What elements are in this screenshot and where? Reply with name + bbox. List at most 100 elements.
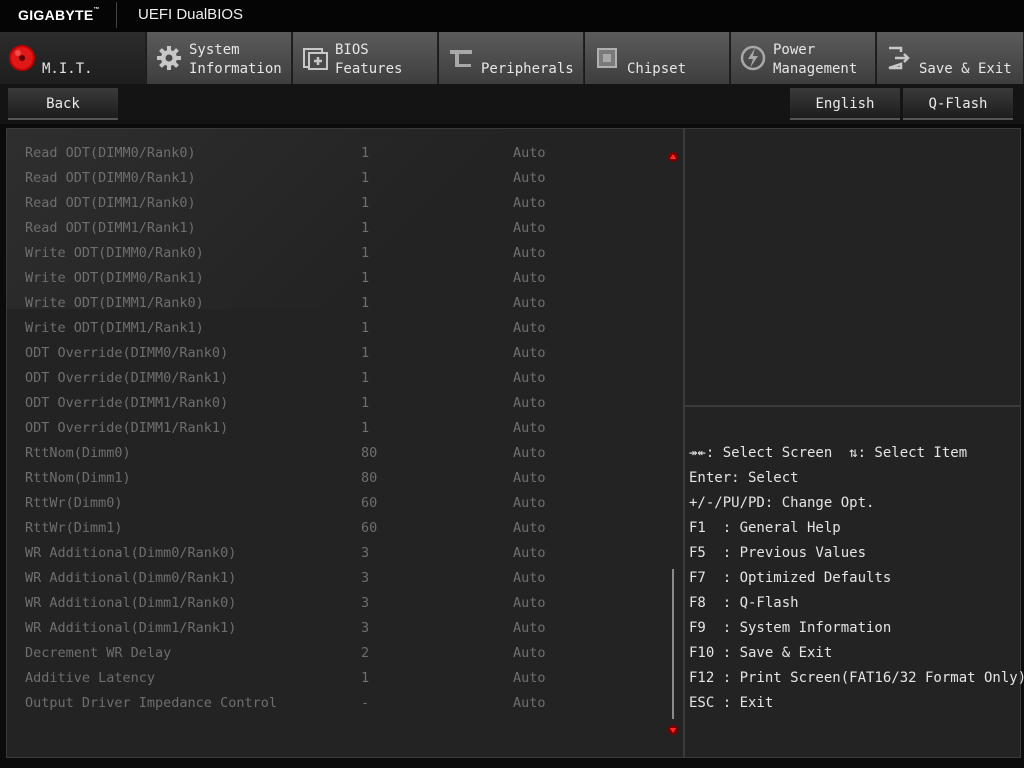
setting-name: Read ODT(DIMM1/Rank0)	[25, 195, 196, 211]
help-line: +/-/PU/PD: Change Opt.	[689, 495, 875, 511]
setting-value[interactable]: Auto	[513, 620, 546, 636]
help-line: ↠↞: Select Screen ⇅: Select Item	[689, 445, 968, 461]
setting-value[interactable]: Auto	[513, 395, 546, 411]
setting-value[interactable]: Auto	[513, 495, 546, 511]
setting-row[interactable]: Output Driver Impedance Control - Auto	[7, 691, 667, 716]
help-line: F5 : Previous Values	[689, 545, 867, 561]
exit-icon	[888, 46, 910, 70]
setting-value[interactable]: Auto	[513, 195, 546, 211]
setting-row[interactable]: Write ODT(DIMM0/Rank1) 1 Auto	[7, 266, 667, 291]
tab-power-management[interactable]: Power Management	[731, 32, 876, 84]
trademark-mark: ™	[93, 7, 100, 13]
setting-row[interactable]: WR Additional(Dimm1/Rank1) 3 Auto	[7, 616, 667, 641]
setting-value[interactable]: Auto	[513, 570, 546, 586]
bios-chip-icon	[303, 48, 328, 70]
setting-row[interactable]: Decrement WR Delay 2 Auto	[7, 641, 667, 666]
setting-current-value: 1	[361, 320, 370, 336]
tab-chipset[interactable]: Chipset	[585, 32, 730, 84]
setting-value[interactable]: Auto	[513, 270, 546, 286]
setting-value[interactable]: Auto	[513, 345, 546, 361]
setting-current-value: 60	[361, 520, 378, 536]
setting-row[interactable]: ODT Override(DIMM0/Rank0) 1 Auto	[7, 341, 667, 366]
help-line: F8 : Q-Flash	[689, 595, 799, 611]
setting-value[interactable]: Auto	[513, 245, 546, 261]
mit-disc-icon	[9, 45, 35, 71]
setting-row[interactable]: WR Additional(Dimm1/Rank0) 3 Auto	[7, 591, 667, 616]
setting-value[interactable]: Auto	[513, 595, 546, 611]
tab-power-line2: Management	[773, 61, 858, 77]
setting-row[interactable]: Write ODT(DIMM1/Rank1) 1 Auto	[7, 316, 667, 341]
setting-name: RttNom(Dimm0)	[25, 445, 131, 461]
help-line: Enter: Select	[689, 470, 799, 486]
setting-row[interactable]: Additive Latency 1 Auto	[7, 666, 667, 691]
help-line: F12 : Print Screen(FAT16/32 Format Only)	[689, 670, 1024, 686]
setting-current-value: 3	[361, 570, 370, 586]
tab-save-exit-label: Save & Exit	[919, 61, 1012, 77]
help-line: ESC : Exit	[689, 695, 774, 711]
setting-row[interactable]: Read ODT(DIMM1/Rank0) 1 Auto	[7, 191, 667, 216]
setting-name: Decrement WR Delay	[25, 645, 172, 661]
setting-value[interactable]: Auto	[513, 545, 546, 561]
setting-row[interactable]: ODT Override(DIMM0/Rank1) 1 Auto	[7, 366, 667, 391]
tab-peripherals[interactable]: Peripherals	[439, 32, 584, 84]
setting-value[interactable]: Auto	[513, 470, 546, 486]
setting-name: Output Driver Impedance Control	[25, 695, 277, 711]
setting-value[interactable]: Auto	[513, 220, 546, 236]
setting-name: Write ODT(DIMM1/Rank1)	[25, 320, 204, 336]
product-title: UEFI DualBIOS	[138, 6, 244, 23]
peripherals-icon	[450, 50, 472, 67]
setting-name: Write ODT(DIMM1/Rank0)	[25, 295, 204, 311]
scroll-down-arrow-icon[interactable]	[668, 725, 678, 735]
scrollbar-thumb[interactable]	[672, 569, 674, 719]
setting-row[interactable]: Read ODT(DIMM0/Rank1) 1 Auto	[7, 166, 667, 191]
setting-row[interactable]: RttWr(Dimm0) 60 Auto	[7, 491, 667, 516]
top-brand-bar: GIGABYTE™ UEFI DualBIOS	[0, 0, 1024, 32]
tab-bios-features[interactable]: BIOS Features	[293, 32, 438, 84]
setting-value[interactable]: Auto	[513, 145, 546, 161]
setting-row[interactable]: RttNom(Dimm0) 80 Auto	[7, 441, 667, 466]
setting-row[interactable]: Read ODT(DIMM1/Rank1) 1 Auto	[7, 216, 667, 241]
setting-row[interactable]: Write ODT(DIMM1/Rank0) 1 Auto	[7, 291, 667, 316]
setting-row[interactable]: ODT Override(DIMM1/Rank0) 1 Auto	[7, 391, 667, 416]
setting-value[interactable]: Auto	[513, 170, 546, 186]
setting-value[interactable]: Auto	[513, 670, 546, 686]
setting-name: ODT Override(DIMM1/Rank1)	[25, 420, 229, 436]
scroll-up-arrow-icon[interactable]	[668, 152, 678, 162]
bottom-bar	[0, 758, 1024, 768]
qflash-button[interactable]: Q-Flash	[903, 88, 1013, 120]
setting-row[interactable]: WR Additional(Dimm0/Rank1) 3 Auto	[7, 566, 667, 591]
setting-current-value: 60	[361, 495, 378, 511]
setting-value[interactable]: Auto	[513, 445, 546, 461]
setting-current-value: 1	[361, 220, 370, 236]
tab-mit[interactable]: M.I.T.	[0, 32, 146, 84]
tab-chipset-label: Chipset	[627, 61, 687, 77]
setting-name: Additive Latency	[25, 670, 156, 686]
tab-system-line1: System	[189, 42, 240, 58]
setting-row[interactable]: Write ODT(DIMM0/Rank0) 1 Auto	[7, 241, 667, 266]
setting-value[interactable]: Auto	[513, 695, 546, 711]
setting-row[interactable]: ODT Override(DIMM1/Rank1) 1 Auto	[7, 416, 667, 441]
back-button[interactable]: Back	[8, 88, 118, 120]
setting-row[interactable]: RttNom(Dimm1) 80 Auto	[7, 466, 667, 491]
setting-current-value: 3	[361, 545, 370, 561]
setting-value[interactable]: Auto	[513, 370, 546, 386]
setting-value[interactable]: Auto	[513, 420, 546, 436]
main-tab-bar: M.I.T. System Information BIOS Features …	[0, 32, 1024, 84]
setting-row[interactable]: RttWr(Dimm1) 60 Auto	[7, 516, 667, 541]
action-bar: Back English Q-Flash	[0, 84, 1024, 124]
power-icon	[740, 45, 766, 71]
setting-value[interactable]: Auto	[513, 320, 546, 336]
setting-value[interactable]: Auto	[513, 520, 546, 536]
setting-name: RttWr(Dimm1)	[25, 520, 123, 536]
tab-peripherals-label: Peripherals	[481, 61, 574, 77]
tab-save-exit[interactable]: Save & Exit	[877, 32, 1024, 84]
setting-row[interactable]: WR Additional(Dimm0/Rank0) 3 Auto	[7, 541, 667, 566]
setting-current-value: 1	[361, 420, 370, 436]
setting-value[interactable]: Auto	[513, 295, 546, 311]
setting-row[interactable]: Read ODT(DIMM0/Rank0) 1 Auto	[7, 141, 667, 166]
language-button[interactable]: English	[790, 88, 900, 120]
setting-value[interactable]: Auto	[513, 645, 546, 661]
setting-name: RttNom(Dimm1)	[25, 470, 131, 486]
setting-name: ODT Override(DIMM1/Rank0)	[25, 395, 229, 411]
tab-system-information[interactable]: System Information	[147, 32, 292, 84]
